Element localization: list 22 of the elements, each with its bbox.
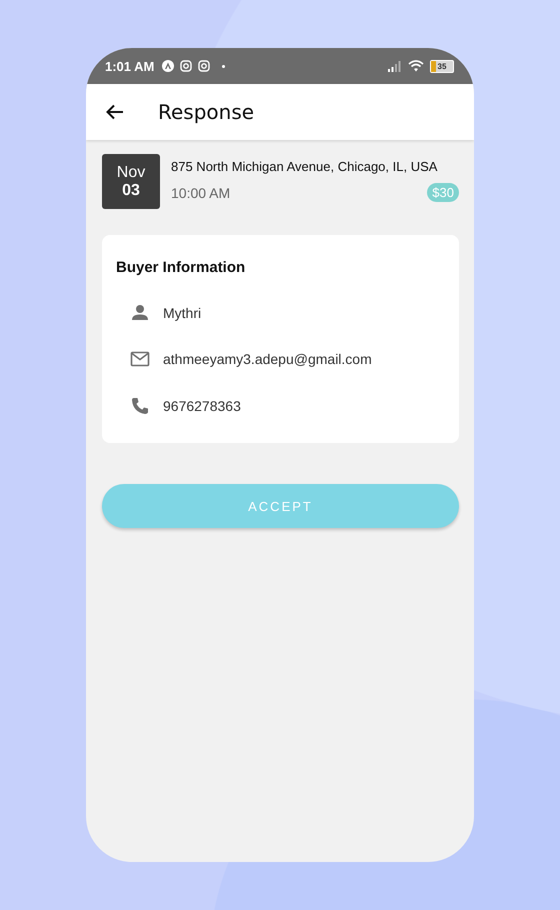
field-value: athmeeyamy3.adepu@gmail.com xyxy=(163,351,372,368)
phone-icon xyxy=(130,396,150,416)
date-day: 03 xyxy=(122,182,140,200)
notification-icon xyxy=(162,60,174,72)
wifi-icon xyxy=(408,60,424,72)
price-badge: $30 xyxy=(427,183,459,202)
signal-icon xyxy=(388,60,402,72)
card-title: Buyer Information xyxy=(116,259,246,276)
date-month: Nov xyxy=(116,164,146,182)
status-time: 1:01 AM xyxy=(105,58,154,74)
event-time: 10:00 AM xyxy=(171,184,230,200)
dot-icon xyxy=(222,64,226,68)
field-value: Mythri xyxy=(163,305,202,322)
mail-icon xyxy=(130,349,150,370)
battery-indicator: 35 xyxy=(430,60,454,72)
instagram-icon xyxy=(198,60,210,72)
back-arrow-icon[interactable] xyxy=(106,104,124,120)
event-address: 875 North Michigan Avenue, Chicago, IL, USA xyxy=(171,159,438,174)
field-value: 9676278363 xyxy=(163,398,241,414)
instagram-icon xyxy=(180,60,192,72)
screen-title: Response xyxy=(158,100,254,124)
accept-button[interactable]: ACCEPT xyxy=(102,484,459,528)
